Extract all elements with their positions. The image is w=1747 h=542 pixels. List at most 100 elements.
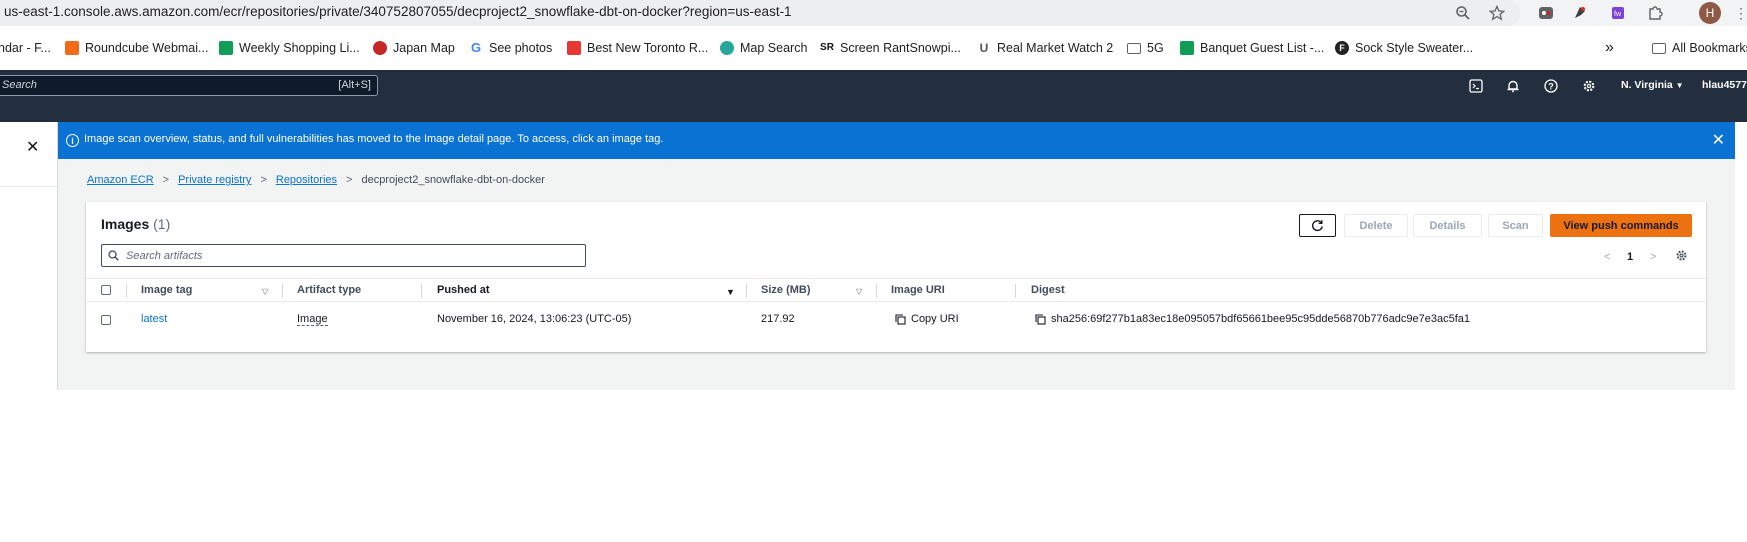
images-panel: Images (1) Delete Details Scan View push… [86,202,1706,352]
aws-search-placeholder: Search [2,79,37,91]
info-icon: i [66,134,79,147]
url-text[interactable]: us-east-1.console.aws.amazon.com/ecr/rep… [4,4,792,19]
screenrant-icon: SR [820,41,834,55]
table-row: latest Image November 16, 2024, 13:06:23… [86,302,1706,338]
bookmark-item[interactable]: Weekly Shopping Li... [219,39,360,57]
table-preferences-gear-icon[interactable] [1675,249,1688,265]
main-content: Amazon ECR > Private registry > Reposito… [58,159,1735,390]
sort-caret-icon[interactable]: ▽ [262,287,268,296]
search-icon [108,250,119,261]
digest-value: sha256:69f277b1a83ec18e095057bdf65661bee… [1051,313,1471,325]
side-panel-divider [0,186,57,187]
bookmarks-overflow-chevron-icon[interactable]: » [1605,39,1614,57]
copy-icon [1035,313,1046,325]
column-divider [1015,284,1016,298]
bookmark-item[interactable]: Best New Toronto R... [567,39,708,57]
sort-descending-icon[interactable]: ▼ [726,287,735,297]
column-divider [126,284,127,298]
japan-map-icon [373,41,387,55]
bookmark-item[interactable]: Map Search [720,39,807,57]
view-push-commands-button[interactable]: View push commands [1550,214,1692,237]
roundcube-icon [65,41,79,55]
size-value: 217.92 [761,313,795,325]
refresh-icon [1311,220,1323,232]
table-header: Image tag ▽ Artifact type Pushed at ▼ Si… [86,278,1706,302]
bookmark-item[interactable]: F Sock Style Sweater... [1335,39,1473,57]
extensions-puzzle-icon[interactable] [1645,3,1665,23]
breadcrumb-repositories[interactable]: Repositories [276,174,337,186]
bookmark-item[interactable]: U Real Market Watch 2 [977,39,1113,57]
image-tag-link[interactable]: latest [141,313,167,325]
column-header-pushed-at[interactable]: Pushed at [437,284,490,296]
delete-button[interactable]: Delete [1344,214,1408,237]
breadcrumb-current: decproject2_snowflake-dbt-on-docker [361,174,545,186]
extension-icon-1[interactable] [1536,3,1556,23]
select-all-checkbox[interactable] [101,285,111,295]
scan-button[interactable]: Scan [1488,214,1543,237]
details-button[interactable]: Details [1413,214,1482,237]
chevron-right-icon: > [346,174,353,186]
bookmark-item[interactable]: SR Screen RantSnowpi... [820,39,961,57]
extension-icon-2[interactable] [1570,3,1590,23]
bookmark-folder[interactable]: 5G [1127,39,1164,57]
column-header-image-tag[interactable]: Image tag [141,284,192,296]
svg-text:?: ? [1548,81,1554,91]
copy-digest-button[interactable]: sha256:69f277b1a83ec18e095057bdf65661bee… [1035,313,1470,325]
bookmark-item[interactable]: Banquet Guest List -... [1180,39,1324,57]
notifications-bell-icon[interactable] [1505,78,1521,94]
search-artifacts-field[interactable] [101,244,586,267]
close-side-panel-icon[interactable]: ✕ [26,137,39,157]
search-input[interactable] [126,247,576,264]
chevron-right-icon: > [260,174,267,186]
cloudshell-icon[interactable] [1468,78,1484,94]
svg-text:fw: fw [1614,11,1622,18]
refresh-button[interactable] [1299,214,1336,237]
aws-search-bar[interactable]: Search [Alt+S] [0,75,378,96]
column-divider [876,284,877,298]
zoom-icon[interactable] [1453,3,1473,23]
bookmark-item[interactable]: Japan Map [373,39,455,57]
menu-kebab-icon[interactable]: ⋮ [1731,3,1747,23]
next-page-chevron-icon[interactable]: > [1650,251,1656,263]
browser-toolbar: us-east-1.console.aws.amazon.com/ecr/rep… [0,0,1747,26]
region-selector[interactable]: N. Virginia ▼ [1621,79,1684,91]
column-divider [421,284,422,298]
extension-icon-3[interactable]: fw [1608,3,1628,23]
breadcrumb: Amazon ECR > Private registry > Reposito… [87,174,545,186]
all-bookmarks-folder[interactable]: All Bookmarks [1652,39,1747,57]
image-count: (1) [153,216,171,232]
bookmark-item[interactable]: ndar - F... [0,39,51,57]
column-header-image-uri[interactable]: Image URI [891,284,945,296]
account-menu[interactable]: hlau4577 [1702,79,1747,91]
breadcrumb-amazon-ecr[interactable]: Amazon ECR [87,174,154,186]
dismiss-flash-close-icon[interactable]: ✕ [1712,130,1725,150]
bookmark-item[interactable]: Roundcube Webmai... [65,39,208,57]
sheets-icon [1180,41,1194,55]
pushed-at-value: November 16, 2024, 13:06:23 (UTC-05) [437,313,632,325]
column-divider [282,284,283,298]
breadcrumb-private-registry[interactable]: Private registry [178,174,251,186]
column-divider [746,284,747,298]
column-header-digest[interactable]: Digest [1031,284,1065,296]
sort-caret-icon[interactable]: ▽ [856,287,862,296]
sock-style-icon: F [1335,41,1349,55]
help-icon[interactable]: ? [1543,78,1559,94]
caret-down-icon: ▼ [1675,81,1684,90]
profile-avatar[interactable]: H [1699,2,1721,24]
bookmark-item[interactable]: G See photos [469,39,552,57]
row-select-checkbox[interactable] [101,315,111,325]
aws-console-header: Search [Alt+S] ? N. Virginia ▼ hlau4577 [0,70,1747,122]
copy-uri-button[interactable]: Copy URI [895,313,959,325]
star-bookmark-icon[interactable] [1487,3,1507,23]
artifact-type-value[interactable]: Image [297,313,328,326]
page-number-button[interactable]: 1 [1627,251,1633,263]
chevron-right-icon: > [162,174,170,186]
column-header-size[interactable]: Size (MB) [761,284,811,296]
address-bar[interactable]: us-east-1.console.aws.amazon.com/ecr/rep… [0,0,1520,26]
column-header-artifact-type[interactable]: Artifact type [297,284,361,296]
previous-page-chevron-icon[interactable]: < [1604,251,1610,263]
map-search-icon [720,41,734,55]
blogto-icon [567,41,581,55]
settings-gear-icon[interactable] [1581,78,1597,94]
folder-icon [1652,42,1666,54]
